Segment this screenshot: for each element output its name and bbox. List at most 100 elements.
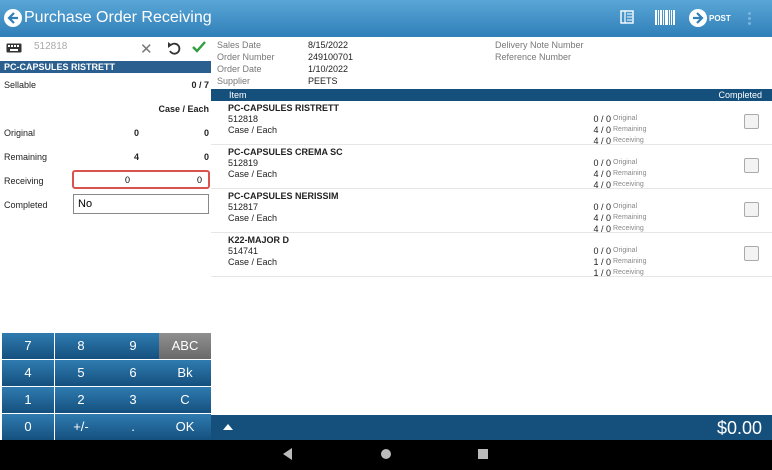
key-1[interactable]: 1 bbox=[2, 387, 54, 413]
completed-checkbox[interactable] bbox=[744, 246, 759, 261]
completed-checkbox[interactable] bbox=[744, 202, 759, 217]
post-label: POST bbox=[709, 14, 731, 23]
key-5[interactable]: 5 bbox=[55, 360, 107, 386]
supplier-label: Supplier bbox=[217, 76, 251, 86]
title-bar: Purchase Order Receiving POST bbox=[0, 0, 772, 37]
completed-checkbox[interactable] bbox=[744, 114, 759, 129]
receiving-qty: 1 / 0 bbox=[593, 268, 611, 278]
table-row[interactable]: PC-CAPSULES RISTRETT 512818 Case / Each … bbox=[211, 101, 772, 146]
remaining-case: 4 bbox=[133, 152, 139, 162]
key-backspace[interactable]: Bk bbox=[159, 360, 211, 386]
key-4[interactable]: 4 bbox=[2, 360, 54, 386]
original-each: 0 bbox=[203, 128, 209, 138]
item-code: 514741 bbox=[228, 246, 259, 256]
nav-home-icon[interactable] bbox=[381, 449, 391, 459]
reference-number-label: Reference Number bbox=[495, 52, 572, 62]
order-date-label: Order Date bbox=[217, 64, 262, 74]
order-number-value: 249100701 bbox=[308, 52, 354, 62]
receiving-input[interactable]: 0 0 bbox=[72, 170, 210, 189]
confirm-check-icon[interactable] bbox=[191, 39, 207, 55]
item-uom: Case / Each bbox=[228, 257, 278, 267]
remaining-qty-label: Remaining bbox=[613, 214, 647, 221]
clear-icon[interactable]: ✕ bbox=[140, 40, 153, 58]
remaining-qty: 4 / 0 bbox=[593, 125, 611, 135]
receiving-qty-label: Receiving bbox=[613, 181, 644, 188]
totals-footer: $0.00 bbox=[211, 415, 772, 440]
expand-up-icon[interactable] bbox=[223, 424, 233, 430]
key-decimal[interactable]: . bbox=[107, 414, 159, 440]
item-name: PC-CAPSULES NERISSIM bbox=[228, 191, 339, 201]
more-menu-icon[interactable] bbox=[748, 12, 751, 26]
completed-checkbox[interactable] bbox=[744, 158, 759, 173]
order-info: Sales Date 8/15/2022 Order Number 249100… bbox=[211, 37, 772, 89]
original-qty: 0 / 0 bbox=[593, 158, 611, 168]
nav-back-icon[interactable] bbox=[283, 448, 292, 460]
completed-label: Completed bbox=[4, 200, 48, 210]
col-completed: Completed bbox=[718, 90, 762, 100]
receiving-case[interactable]: 0 bbox=[125, 175, 130, 185]
original-qty: 0 / 0 bbox=[593, 202, 611, 212]
order-total: $0.00 bbox=[716, 418, 762, 438]
remaining-qty: 1 / 0 bbox=[593, 257, 611, 267]
order-date-value: 1/10/2022 bbox=[308, 64, 349, 74]
search-input[interactable] bbox=[34, 41, 134, 52]
item-uom: Case / Each bbox=[228, 213, 278, 223]
key-7[interactable]: 7 bbox=[2, 333, 54, 359]
table-row[interactable]: K22-MAJOR D 514741 Case / Each 0 / 0 Ori… bbox=[211, 233, 772, 278]
item-code: 512818 bbox=[228, 114, 259, 124]
order-panel: Sales Date 8/15/2022 Order Number 249100… bbox=[211, 37, 772, 415]
undo-icon[interactable] bbox=[167, 40, 181, 56]
order-number-label: Order Number bbox=[217, 52, 275, 62]
keyboard-icon[interactable] bbox=[6, 43, 22, 53]
key-ok[interactable]: OK bbox=[159, 414, 211, 440]
item-uom: Case / Each bbox=[228, 125, 278, 135]
table-row[interactable]: PC-CAPSULES CREMA SC 512819 Case / Each … bbox=[211, 145, 772, 190]
remaining-qty: 4 / 0 bbox=[593, 169, 611, 179]
back-button[interactable] bbox=[4, 9, 22, 27]
original-qty-label: Original bbox=[613, 247, 638, 254]
remaining-qty: 4 / 0 bbox=[593, 213, 611, 223]
item-name: K22-MAJOR D bbox=[228, 235, 290, 245]
key-9[interactable]: 9 bbox=[107, 333, 159, 359]
sales-date-label: Sales Date bbox=[217, 40, 262, 50]
receiving-each[interactable]: 0 bbox=[197, 175, 202, 185]
sellable-label: Sellable bbox=[4, 80, 37, 90]
completed-select[interactable]: No bbox=[73, 194, 209, 214]
supplier-value: PEETS bbox=[308, 76, 338, 86]
key-clear[interactable]: C bbox=[159, 387, 211, 413]
arrow-left-icon bbox=[7, 12, 18, 24]
key-plus-minus[interactable]: +/- bbox=[55, 414, 107, 440]
remaining-qty-label: Remaining bbox=[613, 126, 647, 133]
page-title: Purchase Order Receiving bbox=[24, 9, 212, 26]
key-8[interactable]: 8 bbox=[55, 333, 107, 359]
item-name: PC-CAPSULES CREMA SC bbox=[228, 147, 343, 157]
arrow-right-icon bbox=[693, 12, 704, 24]
items-table-header: Item Completed bbox=[211, 89, 772, 101]
remaining-label: Remaining bbox=[4, 152, 48, 162]
search-bar: ✕ bbox=[0, 37, 211, 60]
list-view-icon[interactable] bbox=[620, 10, 634, 24]
receiving-qty-label: Receiving bbox=[613, 225, 644, 232]
original-qty-label: Original bbox=[613, 159, 638, 166]
numeric-keypad: 7 8 9 ABC 4 5 6 Bk 1 2 3 C 0 +/- . OK bbox=[0, 331, 211, 440]
receiving-label: Receiving bbox=[4, 176, 44, 186]
uom-header: Case / Each bbox=[158, 104, 209, 114]
key-0[interactable]: 0 bbox=[2, 414, 54, 440]
receiving-qty-label: Receiving bbox=[613, 137, 644, 144]
delivery-note-label: Delivery Note Number bbox=[495, 40, 584, 50]
item-code: 512817 bbox=[228, 202, 259, 212]
key-6[interactable]: 6 bbox=[107, 360, 159, 386]
key-2[interactable]: 2 bbox=[55, 387, 107, 413]
remaining-qty-label: Remaining bbox=[613, 258, 647, 265]
barcode-icon[interactable] bbox=[655, 10, 675, 25]
item-uom: Case / Each bbox=[228, 169, 278, 179]
table-row[interactable]: PC-CAPSULES NERISSIM 512817 Case / Each … bbox=[211, 189, 772, 234]
key-abc[interactable]: ABC bbox=[159, 333, 211, 359]
key-3[interactable]: 3 bbox=[107, 387, 159, 413]
android-nav-bar bbox=[0, 440, 772, 470]
sales-date-value: 8/15/2022 bbox=[308, 40, 349, 50]
nav-recents-icon[interactable] bbox=[478, 449, 488, 459]
item-name: PC-CAPSULES RISTRETT bbox=[228, 103, 340, 113]
selected-item-name: PC-CAPSULES RISTRETT bbox=[0, 61, 211, 73]
original-qty-label: Original bbox=[613, 115, 638, 122]
